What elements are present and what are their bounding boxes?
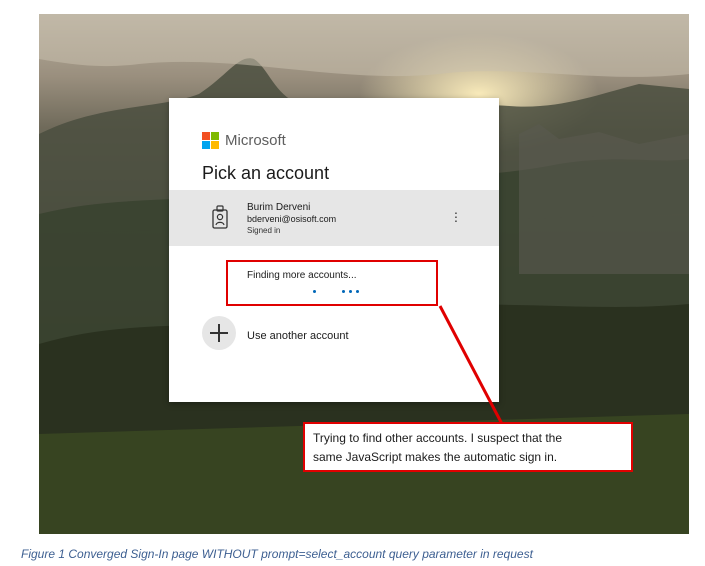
callout-note: Trying to find other accounts. I suspect… bbox=[303, 422, 633, 472]
callout-line-2: same JavaScript makes the automatic sign… bbox=[313, 450, 558, 464]
callout-arrow bbox=[438, 305, 504, 425]
callout-line-1: Trying to find other accounts. I suspect… bbox=[313, 431, 563, 445]
figure-caption: Figure 1 Converged Sign-In page WITHOUT … bbox=[21, 547, 533, 561]
